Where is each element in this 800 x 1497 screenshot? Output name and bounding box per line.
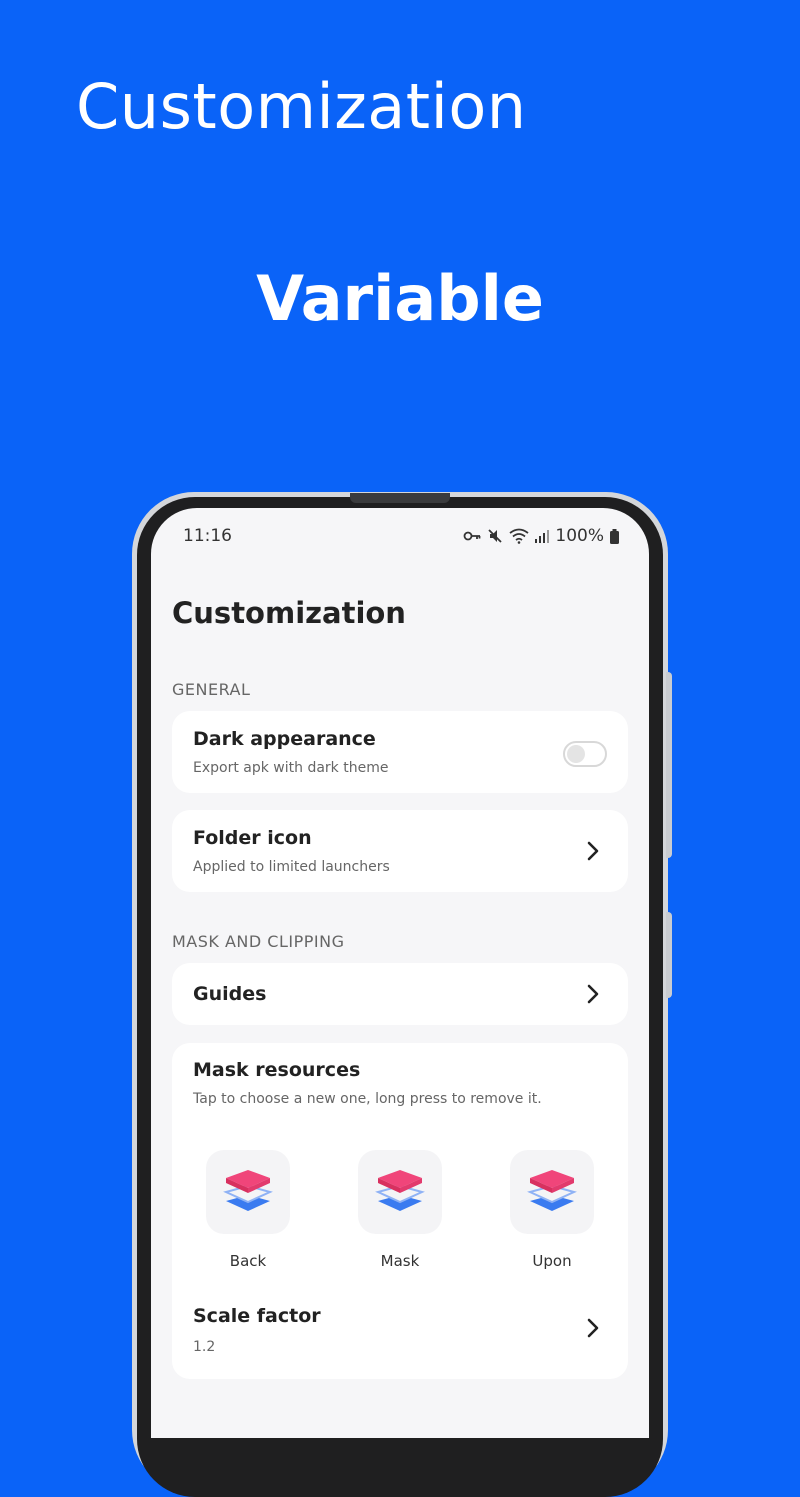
chevron-right-icon <box>587 984 599 1004</box>
dark-appearance-title: Dark appearance <box>193 728 376 750</box>
mask-resources-subtitle: Tap to choose a new one, long press to r… <box>193 1091 542 1107</box>
phone-volume-button <box>666 672 672 858</box>
scale-factor-setting[interactable]: Scale factor 1.2 <box>172 1305 628 1379</box>
folder-icon-title: Folder icon <box>193 827 312 849</box>
mask-resource-upon[interactable] <box>510 1150 594 1234</box>
layers-icon <box>375 1170 425 1211</box>
phone-speaker <box>350 493 450 503</box>
status-icons: 100% <box>463 526 619 546</box>
hero-title: Customization <box>76 70 527 143</box>
section-label-general: GENERAL <box>172 680 251 699</box>
wifi-icon <box>509 528 529 544</box>
mask-resources-card: Mask resources Tap to choose a new one, … <box>172 1043 628 1379</box>
status-time: 11:16 <box>183 526 232 546</box>
phone-power-button <box>666 912 672 998</box>
layers-icon <box>223 1170 273 1211</box>
guides-title: Guides <box>193 983 267 1005</box>
chevron-right-icon <box>587 841 599 861</box>
mask-resource-mask-label: Mask <box>380 1252 420 1270</box>
section-label-mask: MASK AND CLIPPING <box>172 932 345 951</box>
page-title: Customization <box>172 596 406 630</box>
battery-percent: 100% <box>555 526 604 546</box>
chevron-right-icon <box>587 1318 599 1338</box>
dark-appearance-setting[interactable]: Dark appearance Export apk with dark the… <box>172 711 628 793</box>
folder-icon-subtitle: Applied to limited launchers <box>193 859 390 875</box>
mask-resource-back-label: Back <box>229 1252 267 1270</box>
signal-icon <box>535 529 550 543</box>
phone-screen: 11:16 100% Customization GENERAL Dark ap… <box>151 508 649 1438</box>
key-icon <box>463 530 481 542</box>
dark-appearance-toggle[interactable] <box>563 741 607 767</box>
mask-resource-back[interactable] <box>206 1150 290 1234</box>
status-bar: 11:16 100% <box>151 508 649 564</box>
layers-icon <box>527 1170 577 1211</box>
mask-resource-mask[interactable] <box>358 1150 442 1234</box>
hero-subtitle: Variable <box>256 262 544 335</box>
toggle-knob <box>567 745 585 763</box>
battery-icon <box>610 528 619 544</box>
folder-icon-setting[interactable]: Folder icon Applied to limited launchers <box>172 810 628 892</box>
mask-resource-upon-label: Upon <box>532 1252 572 1270</box>
mute-icon <box>487 528 503 544</box>
scale-factor-value: 1.2 <box>193 1339 216 1355</box>
guides-setting[interactable]: Guides <box>172 963 628 1025</box>
dark-appearance-subtitle: Export apk with dark theme <box>193 760 389 776</box>
mask-resources-title: Mask resources <box>193 1059 361 1081</box>
scale-factor-title: Scale factor <box>193 1305 321 1327</box>
